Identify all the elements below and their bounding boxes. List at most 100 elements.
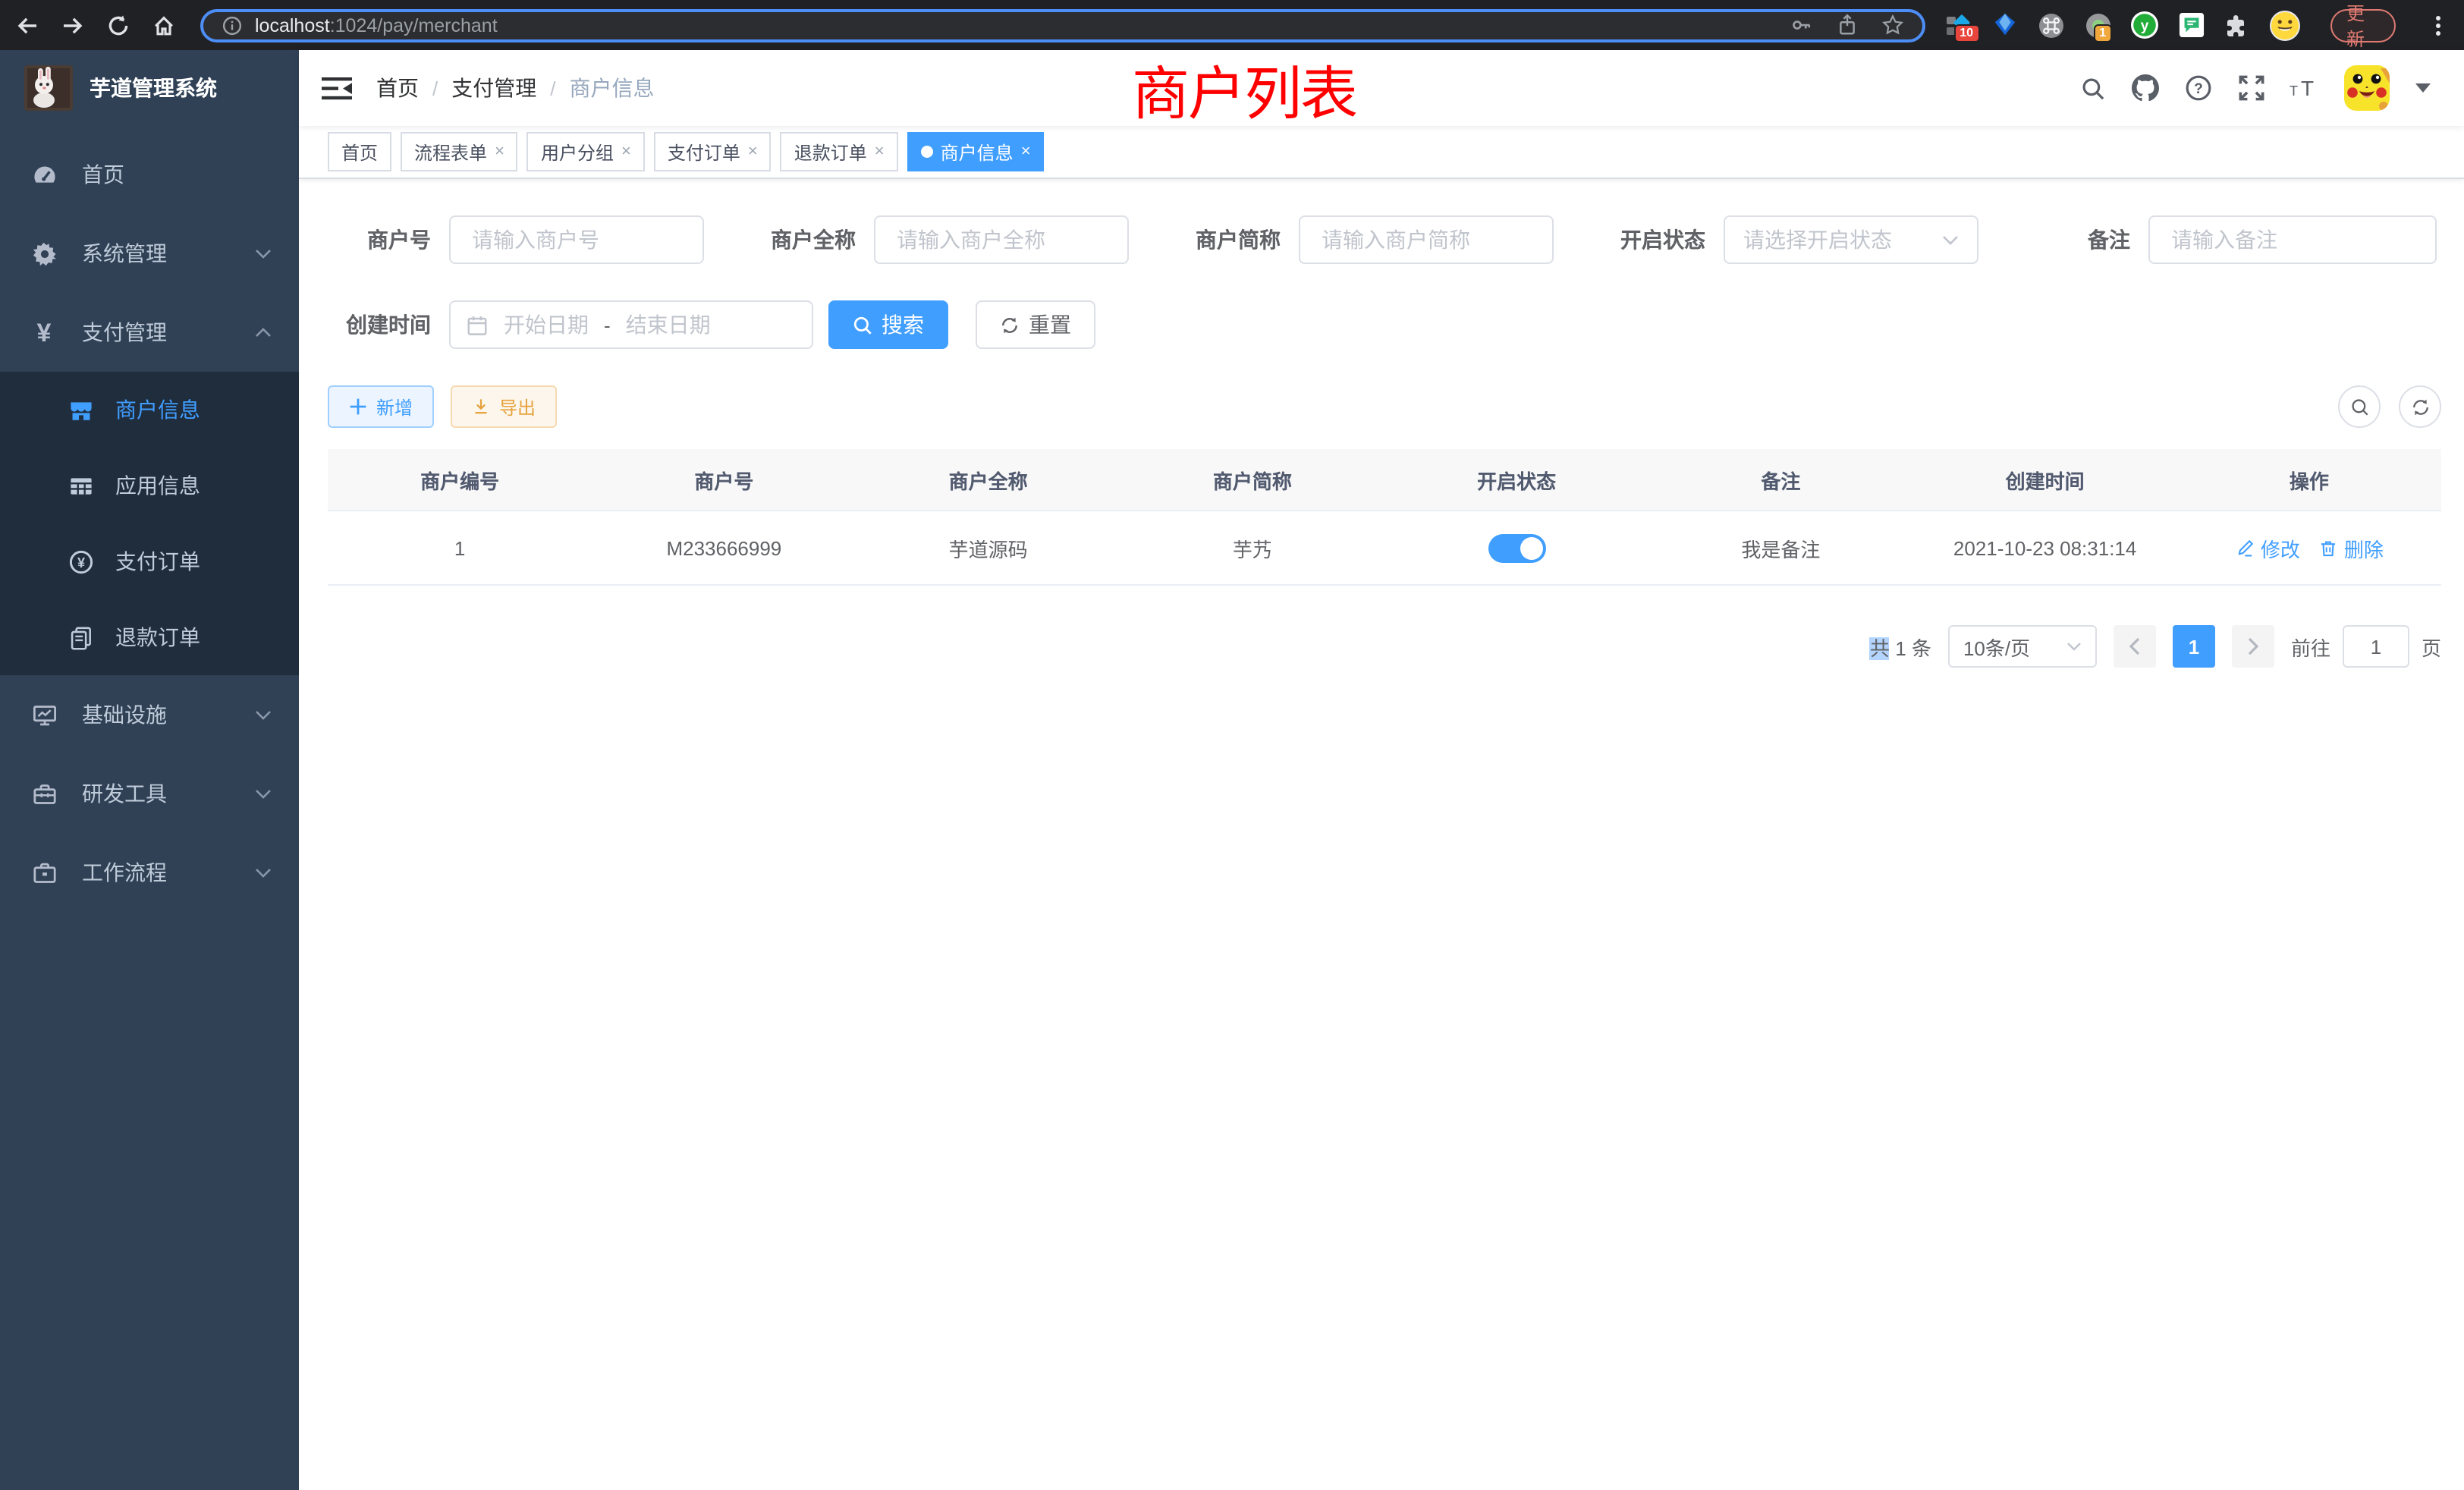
show-search-button[interactable]: [2338, 385, 2381, 428]
monitor-icon: [30, 702, 58, 728]
export-button[interactable]: 导出: [451, 385, 557, 428]
profile-avatar[interactable]: [2269, 8, 2302, 42]
briefcase-icon: [30, 860, 58, 885]
extension-chat-icon[interactable]: [2178, 11, 2204, 39]
extension-y-icon[interactable]: y: [2131, 11, 2158, 39]
back-icon[interactable]: [15, 13, 39, 37]
url-bar[interactable]: localhost:1024/pay/merchant: [200, 8, 1925, 42]
column-header: 创建时间: [1913, 465, 2177, 494]
home-icon[interactable]: [152, 13, 176, 37]
search-button[interactable]: 搜索: [828, 300, 948, 349]
filter-row-2: 创建时间 开始日期 - 结束日期 搜索 重置: [328, 300, 2441, 349]
browser-update-button[interactable]: 更新: [2331, 8, 2396, 42]
edit-link[interactable]: 修改: [2235, 533, 2300, 562]
password-key-icon[interactable]: [1790, 14, 1812, 36]
status-switch[interactable]: [1488, 533, 1545, 562]
create-time-range-picker[interactable]: 开始日期 - 结束日期: [449, 300, 813, 349]
close-icon[interactable]: ×: [621, 143, 631, 160]
breadcrumb-pay[interactable]: 支付管理: [451, 73, 536, 103]
reset-button[interactable]: 重置: [976, 300, 1095, 349]
chevron-down-icon: [2066, 642, 2082, 651]
tab-user-group[interactable]: 用户分组×: [527, 132, 645, 171]
merchant-no-input[interactable]: [469, 226, 684, 253]
cell-merchant-id: 1: [328, 536, 592, 559]
github-icon[interactable]: [2132, 74, 2159, 102]
extension-command-icon[interactable]: [2037, 11, 2064, 39]
tab-refund-order[interactable]: 退款订单×: [781, 132, 898, 171]
sidebar-item-infra[interactable]: 基础设施: [0, 675, 299, 754]
close-icon[interactable]: ×: [495, 143, 504, 160]
breadcrumb-home[interactable]: 首页: [376, 73, 419, 103]
extensions-puzzle-icon[interactable]: [2224, 11, 2249, 39]
next-page-button[interactable]: [2232, 625, 2274, 668]
tab-process-form[interactable]: 流程表单×: [401, 132, 518, 171]
extension-recorder-icon[interactable]: 1: [2084, 11, 2111, 39]
user-avatar[interactable]: [2344, 65, 2390, 111]
browser-menu-icon[interactable]: [2428, 13, 2449, 37]
chevron-down-icon: [1942, 234, 1959, 245]
grid-icon: [67, 473, 94, 498]
short-name-input[interactable]: [1318, 226, 1534, 253]
sidebar-item-app-info[interactable]: 应用信息: [0, 448, 299, 523]
page-size-select[interactable]: 10条/页: [1948, 625, 2097, 668]
goto-page-input[interactable]: [2343, 625, 2409, 668]
dashboard-icon: [30, 162, 58, 187]
filter-create-time: 创建时间 开始日期 - 结束日期: [328, 300, 813, 349]
tab-pay-order[interactable]: 支付订单×: [654, 132, 772, 171]
reload-icon[interactable]: [106, 13, 130, 37]
sidebar-item-home[interactable]: 首页: [0, 135, 299, 214]
remark-input[interactable]: [2168, 226, 2417, 253]
cell-remark: 我是备注: [1648, 533, 1912, 562]
close-icon[interactable]: ×: [875, 143, 885, 160]
tags-view: 首页 流程表单× 用户分组× 支付订单× 退款订单× 商户信息×: [299, 126, 2464, 179]
field-label: 开启状态: [1602, 225, 1724, 255]
field-label: 备注: [2027, 225, 2148, 255]
url-text: localhost:1024/pay/merchant: [255, 14, 498, 36]
filter-remark: 备注: [2027, 215, 2437, 264]
sidebar-fold-icon[interactable]: [322, 75, 352, 101]
svg-text:T: T: [2290, 83, 2298, 99]
app-window: 芋道管理系统 首页 系统管理: [0, 50, 2464, 1490]
sidebar-item-system[interactable]: 系统管理: [0, 214, 299, 293]
bookmark-star-icon[interactable]: [1881, 14, 1903, 36]
sidebar-item-pay[interactable]: ¥ 支付管理: [0, 293, 299, 372]
font-size-icon[interactable]: TT: [2291, 74, 2318, 102]
chevron-down-icon: [255, 709, 272, 720]
sidebar-item-refund-order[interactable]: 退款订单: [0, 599, 299, 675]
add-button[interactable]: 新增: [328, 385, 434, 428]
site-info-icon[interactable]: [222, 14, 243, 36]
tab-merchant-info[interactable]: 商户信息×: [907, 132, 1045, 171]
help-icon[interactable]: ?: [2185, 74, 2212, 102]
sidebar-item-dev-tools[interactable]: 研发工具: [0, 754, 299, 833]
close-icon[interactable]: ×: [1021, 143, 1031, 160]
full-name-input[interactable]: [894, 226, 1109, 253]
browser-chrome: localhost:1024/pay/merchant 10: [0, 0, 2464, 50]
refresh-icon: [1000, 315, 1020, 335]
forward-icon[interactable]: [61, 13, 85, 37]
navbar-actions: ? TT: [2079, 65, 2431, 111]
column-header: 商户简称: [1120, 465, 1384, 494]
sidebar: 芋道管理系统 首页 系统管理: [0, 50, 299, 1490]
search-icon: [2349, 397, 2369, 417]
share-icon[interactable]: [1835, 14, 1858, 36]
close-icon[interactable]: ×: [748, 143, 758, 160]
search-icon[interactable]: [2079, 74, 2106, 102]
page-number-1[interactable]: 1: [2173, 625, 2215, 668]
toolbox-icon: [30, 781, 58, 806]
caret-down-icon[interactable]: [2415, 83, 2431, 93]
cell-create-time: 2021-10-23 08:31:14: [1913, 536, 2177, 559]
prev-page-button[interactable]: [2114, 625, 2156, 668]
extension-tabs-icon[interactable]: 10: [1944, 11, 1972, 39]
refresh-table-button[interactable]: [2399, 385, 2441, 428]
plus-icon: [349, 398, 367, 416]
sidebar-item-merchant-info[interactable]: 商户信息: [0, 372, 299, 448]
screen: localhost:1024/pay/merchant 10: [0, 0, 2464, 1490]
sidebar-item-pay-order[interactable]: ¥ 支付订单: [0, 523, 299, 599]
fullscreen-icon[interactable]: [2238, 74, 2265, 102]
app-logo[interactable]: 芋道管理系统: [0, 50, 299, 126]
sidebar-item-workflow[interactable]: 工作流程: [0, 833, 299, 912]
delete-link[interactable]: 删除: [2318, 533, 2384, 562]
status-select[interactable]: 请选择开启状态: [1724, 215, 1978, 264]
extension-kite-icon[interactable]: [1991, 11, 2017, 39]
tab-home[interactable]: 首页: [328, 132, 391, 171]
